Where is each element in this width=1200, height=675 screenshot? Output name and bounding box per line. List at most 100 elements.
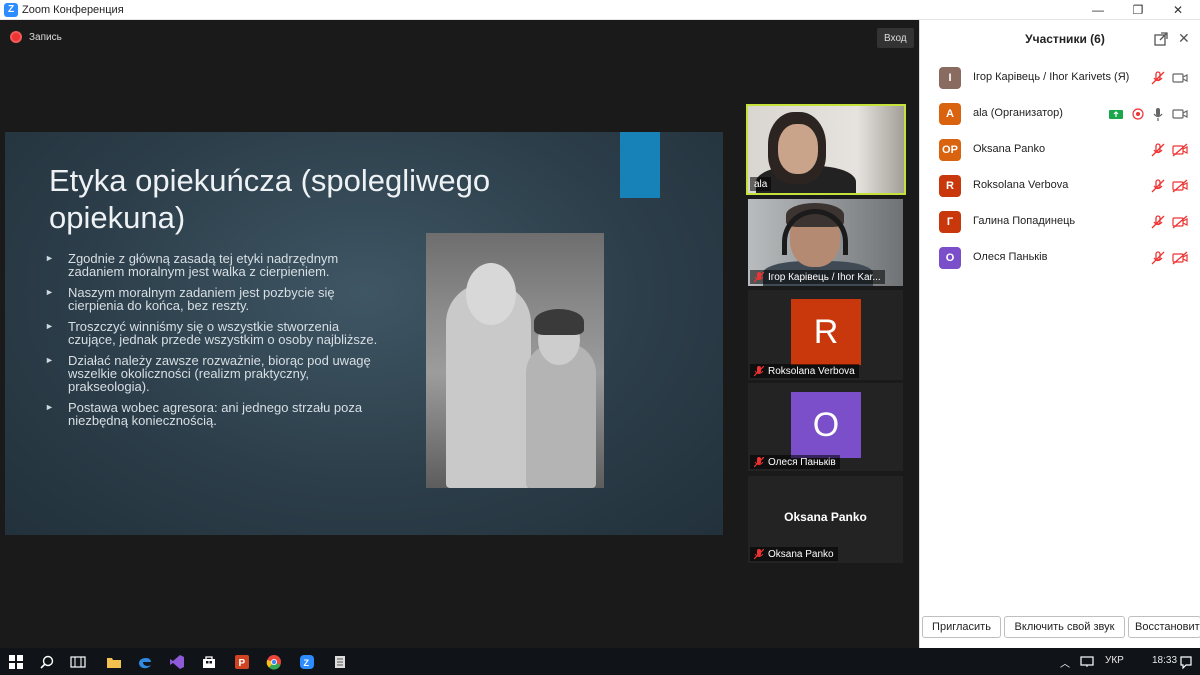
exit-button[interactable]: Вход	[877, 28, 914, 48]
volume-icon[interactable]	[1080, 652, 1100, 672]
bullet-arrow-icon: ►	[45, 355, 54, 365]
video-tile-ala[interactable]: ala	[746, 104, 906, 195]
participant-avatar: O	[939, 247, 961, 269]
restore-button[interactable]: Восстановит	[1128, 616, 1200, 638]
edge-icon[interactable]	[135, 652, 155, 672]
participant-avatar: I	[939, 67, 961, 89]
video-name-tag: ala	[750, 177, 772, 191]
muted-mic-icon[interactable]	[1150, 70, 1166, 86]
participant-avatar: R	[939, 175, 961, 197]
task-view-icon[interactable]	[68, 652, 88, 672]
show-hidden-icons-icon[interactable]: ︿	[1055, 652, 1075, 672]
muted-mic-icon[interactable]	[1150, 214, 1166, 230]
close-panel-icon[interactable]: ✕	[1178, 30, 1190, 47]
slide-photo	[426, 233, 604, 488]
store-icon[interactable]	[199, 652, 219, 672]
muted-mic-icon[interactable]	[1150, 178, 1166, 194]
record-icon	[10, 31, 22, 43]
recording-icon	[1132, 108, 1144, 120]
notifications-icon[interactable]	[1176, 652, 1196, 672]
video-tile-oksana[interactable]: Oksana Panko Oksana Panko	[748, 476, 903, 563]
video-display-name: Oksana Panko	[784, 510, 867, 524]
slide-accent-bar	[620, 132, 660, 198]
close-window-button[interactable]: ✕	[1158, 0, 1198, 20]
minimize-button[interactable]: —	[1078, 0, 1118, 20]
video-name-tag: Ігор Карівець / Ihor Kar...	[750, 270, 885, 284]
video-name-tag: Roksolana Verbova	[750, 364, 859, 378]
muted-mic-icon	[754, 271, 764, 282]
participant-avatar: A	[939, 103, 961, 125]
recording-label: Запись	[29, 31, 62, 43]
participants-panel: Участники (6) ✕ I Ігор Карівець / Ihor K…	[919, 20, 1200, 648]
slide-bullet: ► Zgodnie z główną zasadą tej etyki nadrz…	[45, 251, 339, 279]
video-on-icon[interactable]	[1172, 106, 1188, 122]
invite-button[interactable]: Пригласить	[922, 616, 1001, 638]
participant-avatar: R	[791, 299, 861, 365]
participant-row[interactable]: Г Галина Попадинець	[920, 204, 1200, 240]
maximize-button[interactable]: ❐	[1118, 0, 1158, 20]
window-title: Zoom Конференция	[22, 3, 124, 16]
file-explorer-icon[interactable]	[104, 652, 124, 672]
participant-name: Олеся Паньків	[973, 251, 1048, 263]
shared-slide: Etyka opiekuńcza (spolegliwego opiekuna)…	[5, 132, 723, 535]
language-indicator[interactable]: УКР	[1105, 655, 1124, 666]
muted-mic-icon[interactable]	[1150, 250, 1166, 266]
meeting-area: Запись Вход Etyka opiekuńcza (spolegliwe…	[0, 20, 919, 648]
participant-row[interactable]: I Ігор Карівець / Ihor Karivets (Я)	[920, 60, 1200, 96]
bullet-arrow-icon: ►	[45, 402, 54, 412]
participant-name: ala (Организатор)	[973, 107, 1063, 119]
video-off-icon[interactable]	[1172, 178, 1188, 194]
visual-studio-icon[interactable]	[167, 652, 187, 672]
participant-row[interactable]: A ala (Организатор)	[920, 96, 1200, 132]
participant-name: Галина Попадинець	[973, 215, 1076, 227]
search-icon[interactable]	[37, 652, 57, 672]
muted-mic-icon	[754, 548, 764, 559]
unmute-self-button[interactable]: Включить свой звук	[1004, 616, 1125, 638]
participant-row[interactable]: OP Oksana Panko	[920, 132, 1200, 168]
participant-avatar: OP	[939, 139, 961, 161]
muted-mic-icon	[754, 365, 764, 376]
chrome-icon[interactable]	[264, 652, 284, 672]
recording-indicator[interactable]: Запись	[10, 31, 62, 43]
slide-bullet-list: ► Zgodnie z główną zasadą tej etyki nadrz…	[45, 252, 385, 435]
bullet-arrow-icon: ►	[45, 287, 54, 297]
video-name-tag: Oksana Panko	[750, 547, 838, 561]
clock[interactable]: 18:33	[1152, 655, 1177, 666]
mic-icon[interactable]	[1150, 106, 1166, 122]
video-tile-ihor[interactable]: Ігор Карівець / Ihor Kar...	[748, 199, 903, 286]
muted-mic-icon	[754, 456, 764, 467]
slide-bullet: ► Naszym moralnym zadaniem jest pozbycie …	[45, 285, 335, 313]
slide-bullet: ► Postawa wobec agresora: ani jednego str…	[45, 400, 363, 428]
powerpoint-icon[interactable]: P	[232, 652, 252, 672]
participant-name: Oksana Panko	[973, 143, 1046, 155]
windows-start-icon[interactable]	[6, 652, 26, 672]
pop-out-icon[interactable]	[1154, 32, 1168, 46]
zoom-taskbar-icon[interactable]: Z	[297, 652, 317, 672]
video-name-tag: Олеся Паньків	[750, 455, 840, 469]
participant-row[interactable]: O Олеся Паньків	[920, 240, 1200, 276]
participant-name: Roksolana Verbova	[973, 179, 1069, 191]
video-off-icon[interactable]	[1172, 214, 1188, 230]
panel-footer: Пригласить Включить свой звук Восстанови…	[920, 616, 1200, 640]
participant-avatar: Г	[939, 211, 961, 233]
video-on-icon[interactable]	[1172, 70, 1188, 86]
svg-text:Z: Z	[304, 658, 310, 668]
bullet-arrow-icon: ►	[45, 321, 54, 331]
screen-share-icon	[1109, 110, 1123, 119]
bullet-arrow-icon: ►	[45, 253, 54, 263]
zoom-logo-icon: Z	[4, 2, 18, 17]
muted-mic-icon[interactable]	[1150, 142, 1166, 158]
participant-name: Ігор Карівець / Ihor Karivets (Я)	[973, 71, 1130, 83]
video-tile-roksolana[interactable]: R Roksolana Verbova	[748, 290, 903, 380]
windows-taskbar: P Z ︿ УКР 18:33	[0, 648, 1200, 675]
slide-bullet: ► Działać należy zawsze rozważnie, biorąc…	[45, 353, 371, 394]
slide-bullet: ► Troszczyć winniśmy się o wszystkie stwo…	[45, 319, 378, 347]
participant-avatar: O	[791, 392, 861, 458]
video-off-icon[interactable]	[1172, 142, 1188, 158]
participant-row[interactable]: R Roksolana Verbova	[920, 168, 1200, 204]
video-off-icon[interactable]	[1172, 250, 1188, 266]
svg-text:P: P	[239, 658, 246, 669]
title-bar: Z Zoom Конференция — ❐ ✕	[0, 0, 1200, 20]
app-icon[interactable]	[330, 652, 350, 672]
video-tile-olesia[interactable]: O Олеся Паньків	[748, 383, 903, 471]
